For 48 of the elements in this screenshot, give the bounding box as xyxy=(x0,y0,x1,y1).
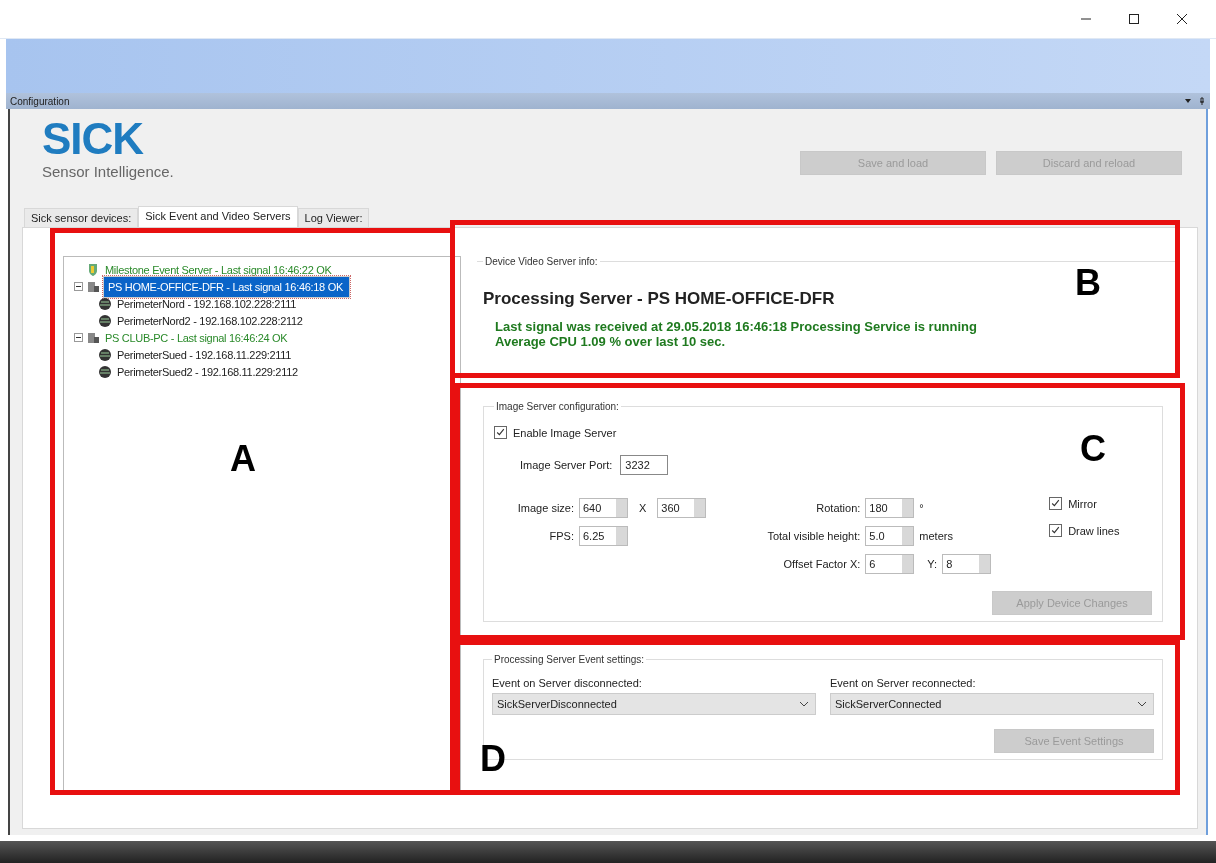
spin-field[interactable]: 180 xyxy=(865,498,915,518)
tree-item[interactable]: PerimeterNord - 192.168.102.228:2111 xyxy=(115,297,298,310)
unit-text: meters xyxy=(919,530,953,542)
logo-wordmark: SICK xyxy=(42,117,145,161)
spin-field[interactable]: 360 xyxy=(657,498,707,518)
spin-field[interactable]: 6.25 xyxy=(579,526,628,546)
tree-item[interactable]: Milestone Event Server - Last signal 16:46:22 OK xyxy=(103,263,334,276)
annotation-letter: B xyxy=(1075,262,1101,304)
tab[interactable]: Log Viewer: xyxy=(297,208,370,227)
checkbox-label: Mirror xyxy=(1068,497,1097,510)
group-title: Device Video Server info: xyxy=(484,256,599,267)
event-dropdown[interactable]: SickServerDisconnected xyxy=(492,693,816,715)
field-label: FPS: xyxy=(548,530,574,542)
checkbox-label: Draw lines xyxy=(1068,524,1120,537)
field-label: Offset Factor X: xyxy=(782,558,861,570)
server-heading: Processing Server - PS HOME-OFFICE-DFR xyxy=(483,289,836,309)
field-label: Rotation: xyxy=(815,502,861,514)
field-label: Event on Server reconnected: xyxy=(830,677,977,689)
logo-tagline: Sensor Intelligence. xyxy=(42,163,174,180)
field-label: Total visible height: xyxy=(766,530,861,542)
tree-item[interactable]: PerimeterSued2 - 192.168.11.229:2112 xyxy=(115,365,300,378)
status-text: Last signal was received at 29.05.2018 16:46:18 Processing Service is running xyxy=(494,319,978,334)
group-title: Image Server configuration: xyxy=(495,401,620,412)
tree-item[interactable]: PerimeterSued - 192.168.11.229:2111 xyxy=(115,348,294,361)
annotation-letter: D xyxy=(480,738,506,780)
annotation-letter: A xyxy=(230,438,256,480)
panel-title: Configuration xyxy=(10,95,71,107)
spin-field[interactable]: 640 xyxy=(579,498,628,518)
spin-field[interactable]: 6 xyxy=(865,554,915,574)
field-label: Event on Server disconnected: xyxy=(492,677,643,689)
spin-field[interactable]: 8 xyxy=(942,554,992,574)
event-dropdown[interactable]: SickServerConnected xyxy=(830,693,1154,715)
annotation-letter: C xyxy=(1080,428,1106,470)
unit-text: ° xyxy=(919,502,924,514)
tab[interactable]: Sick Event and Video Servers xyxy=(138,206,298,227)
field-label: Image size: xyxy=(516,502,574,514)
field-label: Image Server Port: xyxy=(520,459,613,471)
tab[interactable]: Sick sensor devices: xyxy=(24,208,139,227)
port-field[interactable]: 3232 xyxy=(620,455,669,475)
tree-item[interactable]: PerimeterNord2 - 192.168.102.228:2112 xyxy=(115,314,305,327)
field-label: Y: xyxy=(927,558,938,570)
group-title: Processing Server Event settings: xyxy=(493,654,646,665)
separator-text: X xyxy=(639,502,647,514)
tree-item[interactable]: PS CLUB-PC - Last signal 16:46:24 OK xyxy=(103,331,290,344)
tree-item[interactable]: PS HOME-OFFICE-DFR - Last signal 16:46:18 OK xyxy=(103,275,350,298)
checkbox-label: Enable Image Server xyxy=(513,426,617,439)
spin-field[interactable]: 5.0 xyxy=(865,526,915,546)
status-text: Average CPU 1.09 % over last 10 sec. xyxy=(494,334,727,349)
